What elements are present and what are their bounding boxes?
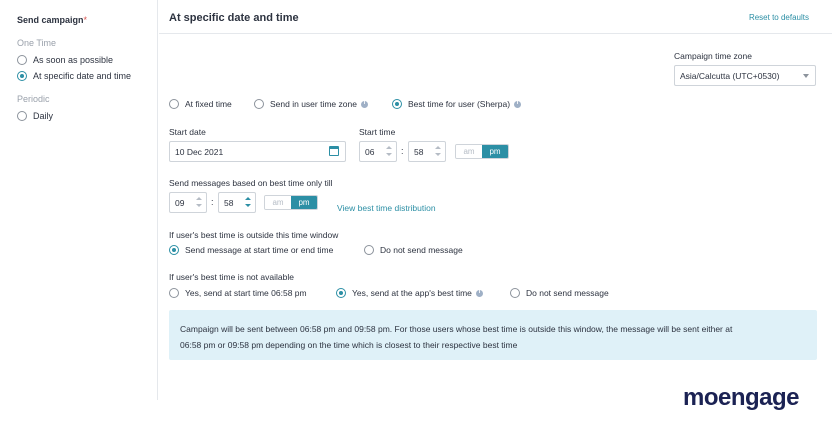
- radio-send-at-start-or-end[interactable]: [169, 245, 179, 255]
- option-label: Send message at start time or end time: [185, 245, 334, 255]
- option-do-not-send-unavailable[interactable]: Do not send message: [510, 288, 609, 298]
- option-send-in-user-time-zone[interactable]: Send in user time zone: [254, 99, 368, 109]
- reset-to-defaults-link[interactable]: Reset to defaults: [749, 13, 809, 22]
- send-campaign-title-text: Send campaign: [17, 15, 84, 25]
- start-time-hour-input[interactable]: 06: [359, 141, 397, 162]
- option-label: Yes, send at start time 06:58 pm: [185, 288, 307, 298]
- calendar-icon[interactable]: [329, 146, 339, 156]
- am-option[interactable]: am: [265, 196, 291, 209]
- till-minute-input[interactable]: 58: [218, 192, 256, 213]
- notice-line-2: 06:58 pm or 09:58 pm depending on the ti…: [180, 340, 518, 350]
- required-mark: *: [83, 15, 88, 25]
- option-label: At specific date and time: [33, 71, 132, 81]
- group-label-one-time: One Time: [17, 38, 57, 48]
- option-label: Daily: [33, 111, 54, 121]
- option-send-at-start-or-end[interactable]: Send message at start time or end time: [169, 245, 333, 255]
- timezone-label: Campaign time zone: [674, 51, 752, 61]
- option-label: Do not send message: [526, 288, 609, 298]
- chevron-down-icon: [803, 74, 809, 78]
- group-label-periodic: Periodic: [17, 94, 50, 104]
- radio-send-at-app-best-time[interactable]: [336, 288, 346, 298]
- start-date-label: Start date: [169, 127, 206, 137]
- not-available-label: If user's best time is not available: [169, 272, 294, 282]
- option-at-specific-date-and-time[interactable]: At specific date and time: [17, 71, 131, 81]
- pm-option[interactable]: pm: [482, 145, 508, 158]
- option-daily[interactable]: Daily: [17, 111, 53, 121]
- stepper-arrows-icon[interactable]: [196, 196, 202, 209]
- till-hour-input[interactable]: 09: [169, 192, 207, 213]
- start-date-value: 10 Dec 2021: [175, 147, 224, 157]
- option-best-time-for-user[interactable]: Best time for user (Sherpa): [392, 99, 522, 109]
- info-icon[interactable]: [475, 289, 483, 297]
- start-time-label: Start time: [359, 127, 396, 137]
- option-label: As soon as possible: [33, 55, 114, 65]
- option-send-at-start-time[interactable]: Yes, send at start time 06:58 pm: [169, 288, 307, 298]
- stepper-arrows-icon[interactable]: [386, 145, 392, 158]
- option-label: Yes, send at the app's best time: [352, 288, 472, 298]
- stepper-arrows-icon[interactable]: [435, 145, 441, 158]
- info-icon[interactable]: [514, 100, 522, 108]
- option-at-fixed-time[interactable]: At fixed time: [169, 99, 232, 109]
- content-header: At specific date and time Reset to defau…: [159, 0, 832, 34]
- option-label: Best time for user (Sherpa): [408, 99, 511, 109]
- radio-best-time-for-user[interactable]: [392, 99, 402, 109]
- radio-send-at-start-time[interactable]: [169, 288, 179, 298]
- moengage-logo: moengage: [683, 384, 800, 411]
- outside-window-label: If user's best time is outside this time…: [169, 230, 339, 240]
- radio-do-not-send-outside[interactable]: [364, 245, 374, 255]
- best-time-till-label: Send messages based on best time only ti…: [169, 178, 333, 188]
- hour-value: 09: [175, 198, 185, 208]
- minute-value: 58: [224, 198, 234, 208]
- page-title: At specific date and time: [169, 12, 299, 24]
- main-content: At specific date and time Reset to defau…: [159, 0, 832, 400]
- radio-do-not-send-unavailable[interactable]: [510, 288, 520, 298]
- till-ampm-toggle[interactable]: am pm: [264, 195, 318, 210]
- start-time-ampm-toggle[interactable]: am pm: [455, 144, 509, 159]
- stepper-arrows-icon[interactable]: [245, 196, 251, 209]
- schedule-info-notice: Campaign will be sent between 06:58 pm a…: [169, 310, 817, 360]
- start-time-minute-input[interactable]: 58: [408, 141, 446, 162]
- hour-value: 06: [365, 147, 375, 157]
- view-best-time-distribution-link[interactable]: View best time distribution: [337, 203, 436, 213]
- timezone-select[interactable]: Asia/Calcutta (UTC+0530): [674, 65, 816, 86]
- notice-line-1: Campaign will be sent between 06:58 pm a…: [180, 324, 733, 334]
- option-label: Send in user time zone: [270, 99, 357, 109]
- timezone-value: Asia/Calcutta (UTC+0530): [680, 71, 780, 81]
- am-option[interactable]: am: [456, 145, 482, 158]
- radio-at-fixed-time[interactable]: [169, 99, 179, 109]
- option-send-at-app-best-time[interactable]: Yes, send at the app's best time: [336, 288, 483, 298]
- radio-send-in-user-time-zone[interactable]: [254, 99, 264, 109]
- radio-at-specific-date-and-time[interactable]: [17, 71, 27, 81]
- time-separator: :: [211, 197, 214, 207]
- minute-value: 58: [414, 147, 424, 157]
- send-campaign-title: Send campaign*: [17, 15, 87, 25]
- option-label: Do not send message: [380, 245, 463, 255]
- info-icon[interactable]: [360, 100, 368, 108]
- start-date-input[interactable]: 10 Dec 2021: [169, 141, 346, 162]
- option-label: At fixed time: [185, 99, 232, 109]
- radio-as-soon-as-possible[interactable]: [17, 55, 27, 65]
- option-do-not-send-outside[interactable]: Do not send message: [364, 245, 463, 255]
- option-as-soon-as-possible[interactable]: As soon as possible: [17, 55, 113, 65]
- pm-option[interactable]: pm: [291, 196, 317, 209]
- time-separator: :: [401, 146, 404, 156]
- sidebar: Send campaign* One Time As soon as possi…: [0, 0, 158, 400]
- radio-daily[interactable]: [17, 111, 27, 121]
